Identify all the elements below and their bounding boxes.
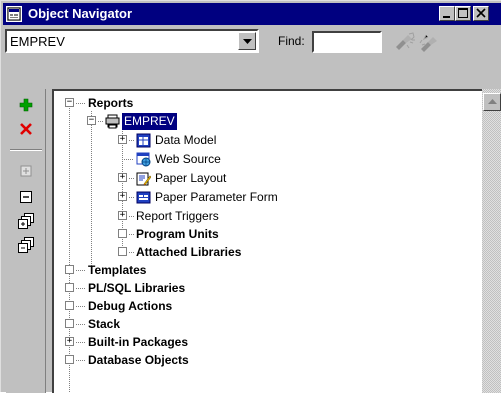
leaf-node-box[interactable] <box>65 265 74 274</box>
toolbar-separator <box>10 149 42 151</box>
tree-item-label: Paper Layout <box>155 171 227 185</box>
collapse-toggle[interactable]: − <box>65 98 74 107</box>
flashlight-forward-icon[interactable] <box>392 31 416 55</box>
window-title: Object Navigator <box>28 6 133 21</box>
app-icon[interactable] <box>6 6 22 22</box>
tree-item-debug-actions[interactable]: Debug Actions <box>54 298 474 315</box>
expand-toggle[interactable]: + <box>118 211 127 220</box>
close-button[interactable] <box>473 6 489 21</box>
leaf-node-box[interactable] <box>65 355 74 364</box>
object-tree[interactable]: − Reports − EMPREV + Data Model Web Sour… <box>52 89 482 393</box>
maximize-button[interactable] <box>455 6 471 21</box>
leaf-node-box[interactable] <box>65 283 74 292</box>
tree-item-attached-libraries[interactable]: Attached Libraries <box>54 244 474 261</box>
tree-item-label: Data Model <box>155 133 217 147</box>
find-input[interactable] <box>312 31 382 53</box>
minimize-button[interactable] <box>439 6 455 21</box>
report-icon <box>105 114 120 129</box>
tree-item-label: Templates <box>88 263 147 277</box>
chevron-up-icon <box>488 99 497 104</box>
tree-item-data-model[interactable]: + Data Model <box>54 132 474 149</box>
tree-item-label: Debug Actions <box>88 299 173 313</box>
tree-connector <box>129 178 134 179</box>
module-select[interactable]: EMPREV <box>5 29 259 53</box>
tree-connector <box>129 140 134 141</box>
tree-connector <box>129 197 134 198</box>
tree-connector <box>129 252 134 253</box>
tree-item-label: Built-in Packages <box>88 335 189 349</box>
tree-item-built-in-packages[interactable]: + Built-in Packages <box>54 334 474 351</box>
tree-item-paper-layout[interactable]: + Paper Layout <box>54 170 474 187</box>
tree-item-stack[interactable]: Stack <box>54 316 474 333</box>
vertical-scrollbar[interactable] <box>482 89 501 393</box>
collapse-toggle[interactable]: − <box>87 116 96 125</box>
expand-toggle[interactable]: + <box>118 135 127 144</box>
data-model-icon <box>136 133 151 148</box>
tree-item-label: Web Source <box>155 152 221 166</box>
plus-icon[interactable] <box>16 95 36 115</box>
tree-item-templates[interactable]: Templates <box>54 262 474 279</box>
chevron-down-icon <box>243 39 252 44</box>
expand-toggle[interactable]: + <box>118 192 127 201</box>
object-navigator-window: Object Navigator EMPREV Find: − Reports … <box>0 0 501 393</box>
expand-icon[interactable] <box>16 161 36 181</box>
flashlight-backward-icon[interactable] <box>416 31 440 55</box>
tree-item-label: EMPREV <box>122 113 177 130</box>
web-source-icon <box>136 152 151 167</box>
title-bar[interactable]: Object Navigator <box>3 3 501 25</box>
scroll-up-button[interactable] <box>483 93 501 111</box>
tree-connector <box>76 360 86 361</box>
tree-item-label: Database Objects <box>88 353 189 367</box>
tree-item-emprev[interactable]: − EMPREV <box>54 113 474 130</box>
delete-x-icon[interactable] <box>16 119 36 139</box>
tree-item-plsql-libraries[interactable]: PL/SQL Libraries <box>54 280 474 297</box>
leaf-node-box[interactable] <box>65 301 74 310</box>
tree-connector <box>76 324 86 325</box>
tree-connector <box>129 216 134 217</box>
tree-item-program-units[interactable]: Program Units <box>54 226 474 243</box>
tree-connector <box>76 103 86 104</box>
expand-all-icon[interactable] <box>16 211 36 231</box>
expand-toggle[interactable]: + <box>118 173 127 182</box>
tree-connector <box>98 121 104 122</box>
parameter-form-icon <box>136 191 151 204</box>
tree-connector <box>122 159 134 160</box>
leaf-node-box[interactable] <box>118 229 127 238</box>
tree-item-database-objects[interactable]: Database Objects <box>54 352 474 369</box>
tree-item-label: Report Triggers <box>136 209 219 223</box>
collapse-all-icon[interactable] <box>16 235 36 255</box>
vertical-toolbar <box>6 89 46 393</box>
tree-item-label: Paper Parameter Form <box>155 190 278 204</box>
tree-item-paper-parameter-form[interactable]: + Paper Parameter Form <box>54 189 474 206</box>
module-select-dropdown-button[interactable] <box>238 32 256 50</box>
module-select-value: EMPREV <box>10 34 65 49</box>
tree-item-label: Attached Libraries <box>136 245 242 259</box>
leaf-node-box[interactable] <box>65 319 74 328</box>
leaf-node-box[interactable] <box>118 247 127 256</box>
tree-item-label: Program Units <box>136 227 219 241</box>
find-label: Find: <box>278 34 305 48</box>
collapse-icon[interactable] <box>16 187 36 207</box>
tree-connector <box>76 306 86 307</box>
tree-connector <box>76 270 86 271</box>
navigator-toolbar: EMPREV Find: <box>1 27 501 83</box>
expand-toggle[interactable]: + <box>65 337 74 346</box>
tree-item-web-source[interactable]: Web Source <box>54 151 474 168</box>
tree-item-label: PL/SQL Libraries <box>88 281 186 295</box>
tree-item-reports[interactable]: − Reports <box>54 95 474 112</box>
tree-item-label: Stack <box>88 317 121 331</box>
tree-connector <box>129 234 134 235</box>
tree-item-report-triggers[interactable]: + Report Triggers <box>54 208 474 225</box>
tree-connector <box>76 288 86 289</box>
paper-layout-icon <box>136 172 151 186</box>
tree-item-label: Reports <box>88 96 134 110</box>
tree-connector <box>76 342 86 343</box>
